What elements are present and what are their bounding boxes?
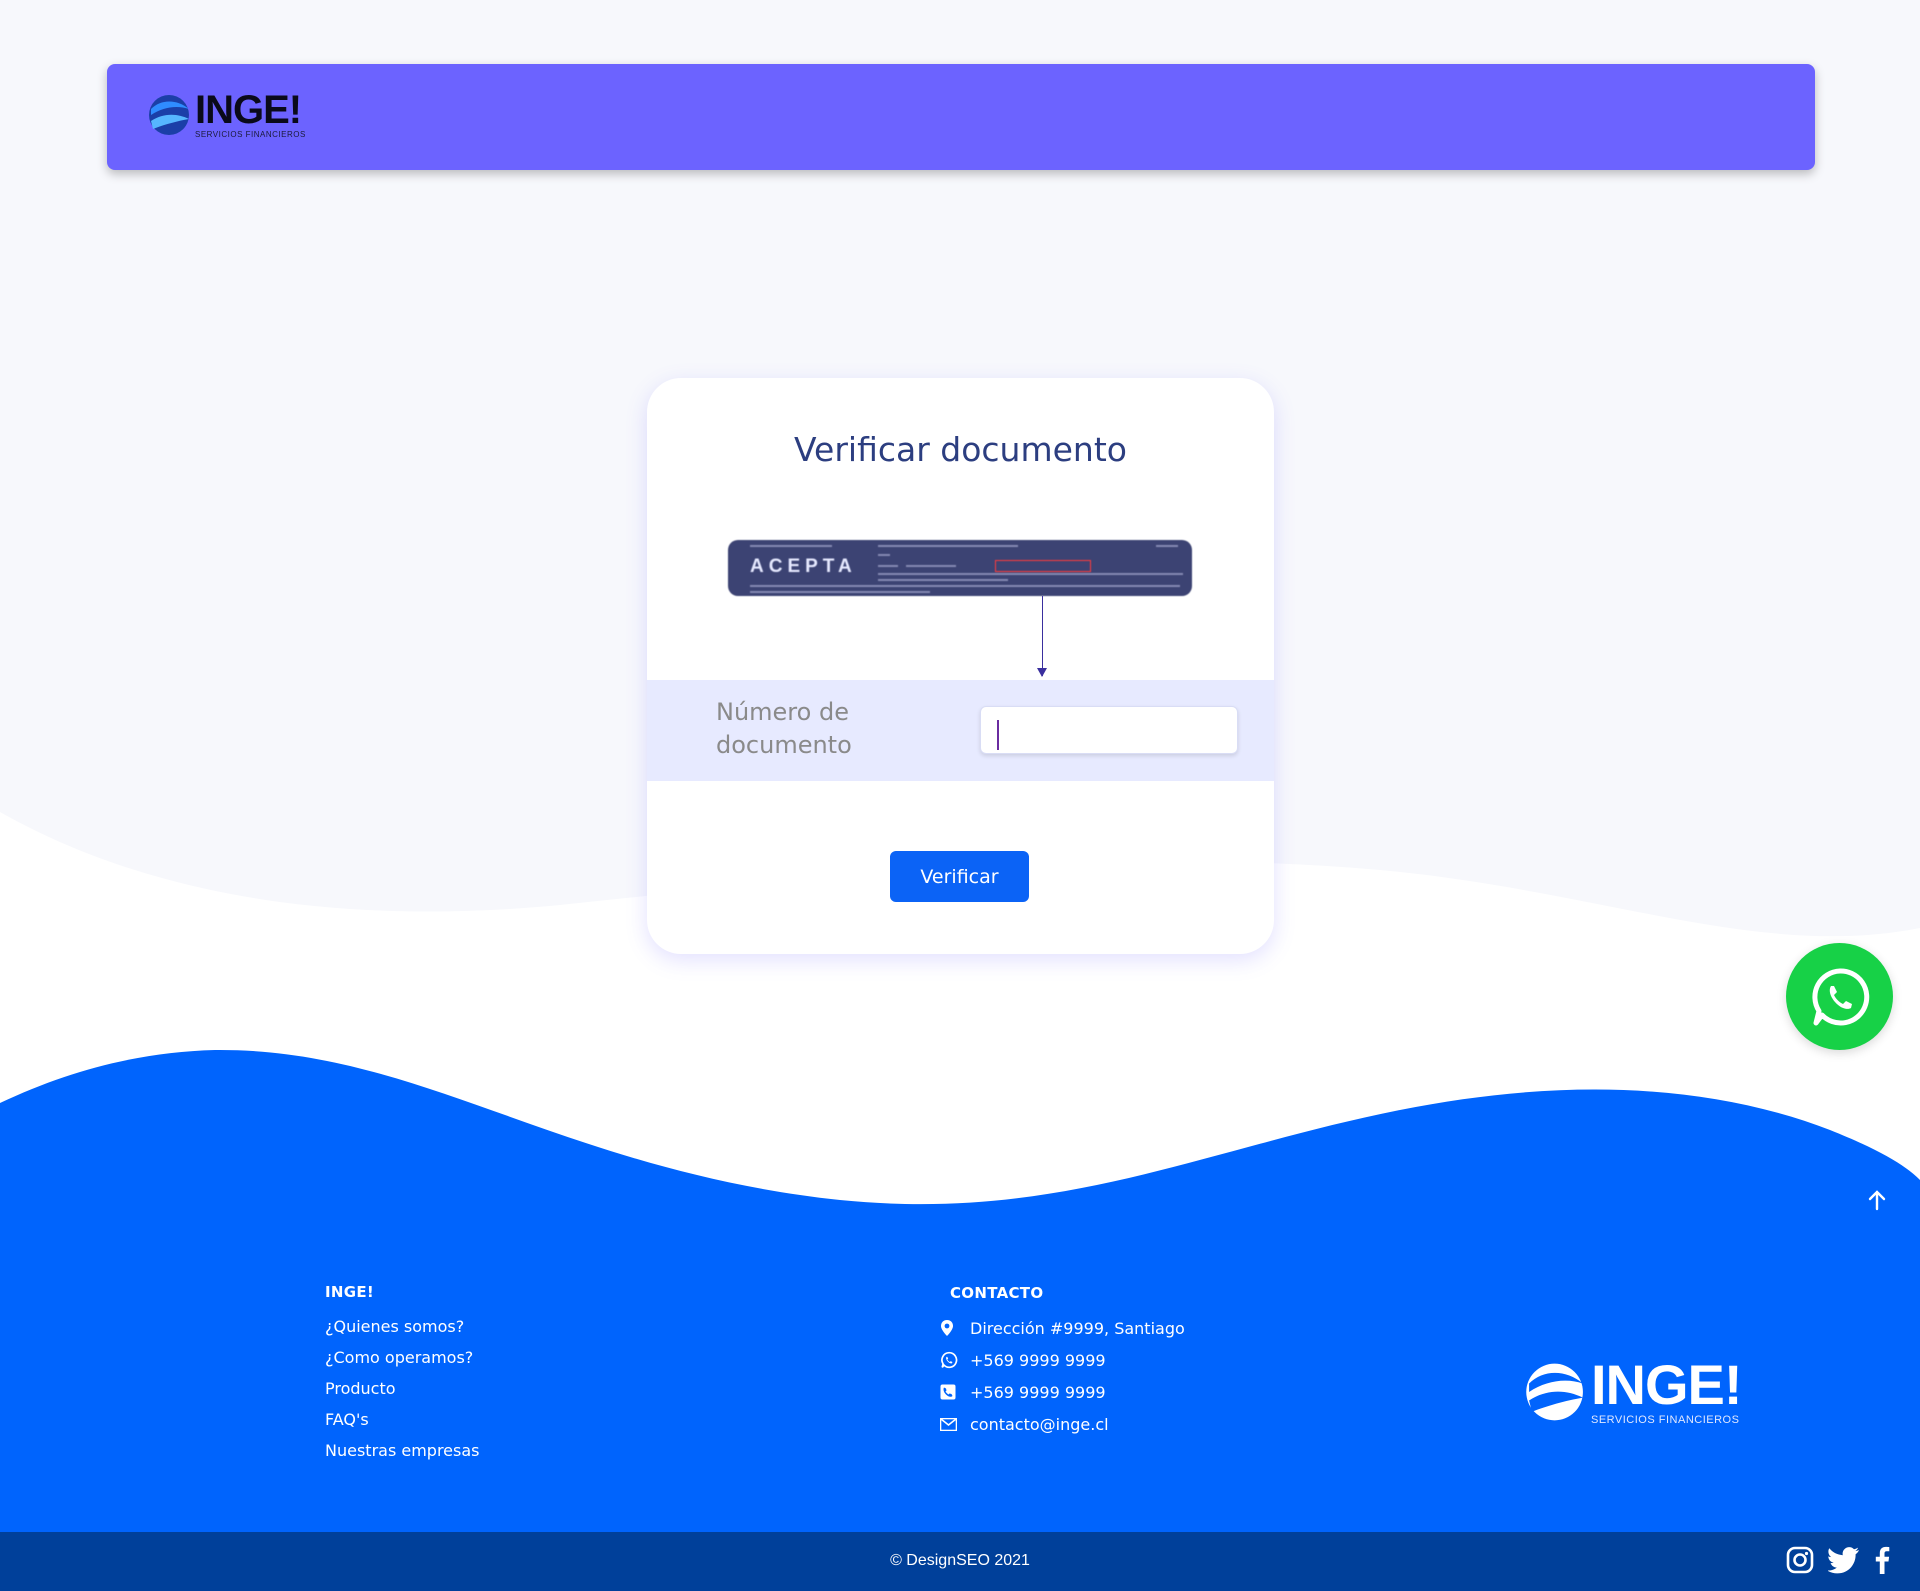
footer-link-faqs[interactable]: FAQ's xyxy=(325,1404,480,1435)
twitter-icon xyxy=(1828,1547,1859,1574)
footer-logo-wordmark: INGE! xyxy=(1591,1353,1743,1416)
verify-card: Verificar documento ACEPTA Número de doc… xyxy=(647,378,1274,954)
logo-tagline: SERVICIOS FINANCIEROS xyxy=(195,130,306,139)
card-title: Verificar documento xyxy=(794,430,1127,469)
contact-phone[interactable]: +569 9999 9999 xyxy=(940,1376,1185,1408)
instagram-icon xyxy=(1786,1546,1814,1574)
facebook-link[interactable] xyxy=(1874,1546,1890,1574)
document-number-row: Número de documento xyxy=(647,680,1274,781)
contact-whatsapp[interactable]: +569 9999 9999 xyxy=(940,1344,1185,1376)
footer-link-como-operamos[interactable]: ¿Como operamos? xyxy=(325,1342,480,1373)
arrow-up-icon xyxy=(1868,1190,1886,1211)
footer-link-producto[interactable]: Producto xyxy=(325,1373,480,1404)
footer-logo-tagline: SERVICIOS FINANCIEROS xyxy=(1591,1414,1740,1426)
contact-heading: CONTACTO xyxy=(950,1284,1044,1302)
facebook-icon xyxy=(1875,1546,1890,1574)
document-sample-brand: ACEPTA xyxy=(750,556,857,577)
document-sample-image: ACEPTA xyxy=(728,540,1192,596)
twitter-link[interactable] xyxy=(1828,1546,1860,1574)
phone-icon xyxy=(940,1384,956,1400)
footer-links: INGE! ¿Quienes somos? ¿Como operamos? Pr… xyxy=(325,1283,480,1466)
logo-mark-icon xyxy=(1526,1363,1583,1420)
top-header: INGE! SERVICIOS FINANCIEROS xyxy=(107,64,1815,170)
contact-whatsapp-text: +569 9999 9999 xyxy=(970,1350,1106,1370)
mail-icon xyxy=(940,1417,957,1431)
contact-email-text: contacto@inge.cl xyxy=(970,1414,1109,1434)
instagram-link[interactable] xyxy=(1786,1546,1814,1574)
text-caret xyxy=(997,720,999,750)
header-logo[interactable]: INGE! SERVICIOS FINANCIEROS xyxy=(147,90,306,139)
scroll-top-button[interactable] xyxy=(1868,1189,1886,1216)
social-links xyxy=(1786,1546,1890,1574)
contact-address-text: Dirección #9999, Santiago xyxy=(970,1318,1185,1338)
whatsapp-icon xyxy=(1811,967,1869,1025)
document-number-label: Número de documento xyxy=(716,698,852,759)
document-number-input[interactable] xyxy=(980,706,1238,754)
contact-phone-text: +569 9999 9999 xyxy=(970,1382,1106,1402)
footer-contact: CONTACTO Dirección #9999, Santiago +569 … xyxy=(940,1284,1185,1440)
footer-brand-heading: INGE! xyxy=(325,1283,375,1301)
bottom-bar: © DesignSEO 2021 xyxy=(0,1532,1920,1591)
logo-mark-icon xyxy=(149,94,189,135)
pointer-line xyxy=(1042,596,1043,676)
whatsapp-icon xyxy=(941,1351,958,1369)
whatsapp-button[interactable] xyxy=(1786,943,1893,1050)
contact-email[interactable]: contacto@inge.cl xyxy=(940,1408,1185,1440)
copyright-text: © DesignSEO 2021 xyxy=(890,1552,1030,1569)
contact-address: Dirección #9999, Santiago xyxy=(940,1312,1185,1344)
footer-link-quienes-somos[interactable]: ¿Quienes somos? xyxy=(325,1311,480,1342)
pointer-arrow-icon xyxy=(1037,668,1047,677)
footer-logo[interactable]: INGE! SERVICIOS FINANCIEROS xyxy=(1523,1353,1743,1426)
logo-wordmark: INGE! xyxy=(195,88,302,132)
location-icon xyxy=(941,1320,953,1336)
footer-link-nuestras-empresas[interactable]: Nuestras empresas xyxy=(325,1435,480,1466)
verify-button[interactable]: Verificar xyxy=(890,851,1029,902)
